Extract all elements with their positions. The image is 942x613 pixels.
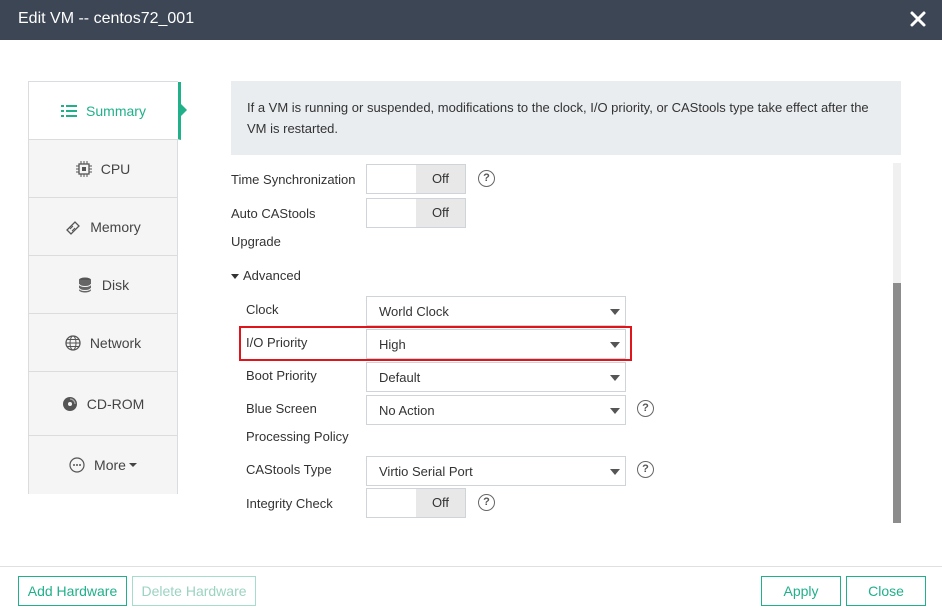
blue-screen-select[interactable]: No Action	[366, 395, 626, 425]
auto-castools-toggle[interactable]: Off	[366, 198, 466, 228]
sidebar-nav: Summary CPU Memory Disk Network CD-ROM M…	[28, 81, 187, 494]
blue-screen-label: Blue Screen	[246, 401, 317, 416]
active-pointer	[181, 104, 187, 116]
chevron-down-icon	[610, 375, 620, 381]
chevron-down-icon	[610, 309, 620, 315]
delete-hardware-button[interactable]: Delete Hardware	[132, 576, 256, 606]
help-icon[interactable]: ?	[478, 494, 495, 511]
sidebar-item-disk[interactable]: Disk	[29, 256, 177, 314]
globe-icon	[65, 334, 81, 351]
chevron-down-icon	[128, 463, 137, 467]
list-icon	[61, 103, 78, 119]
sidebar-item-network[interactable]: Network	[29, 314, 177, 372]
toggle-state: Off	[416, 165, 465, 193]
select-value: No Action	[379, 403, 435, 418]
sidebar-item-label: Memory	[90, 218, 141, 235]
sidebar-item-label: Network	[89, 334, 142, 351]
clock-select[interactable]: World Clock	[366, 296, 626, 326]
help-icon[interactable]: ?	[637, 461, 654, 478]
advanced-label: Advanced	[243, 268, 301, 283]
scrollbar-thumb[interactable]	[893, 283, 901, 523]
castools-type-select[interactable]: Virtio Serial Port	[366, 456, 626, 486]
sidebar-item-label: More	[94, 457, 126, 473]
sidebar-item-more[interactable]: More	[29, 436, 177, 494]
clock-label: Clock	[246, 302, 279, 317]
sidebar-item-summary[interactable]: Summary	[29, 82, 187, 140]
info-banner: If a VM is running or suspended, modific…	[231, 81, 901, 155]
castools-type-label: CAStools Type	[246, 462, 332, 477]
sidebar-item-memory[interactable]: Memory	[29, 198, 177, 256]
chevron-down-icon	[610, 408, 620, 414]
auto-castools-label: Auto CAStools	[231, 206, 316, 221]
sidebar-item-label: CPU	[100, 160, 131, 177]
select-value: Virtio Serial Port	[379, 464, 473, 479]
sidebar-item-label: Summary	[86, 102, 146, 119]
highlight-box	[239, 326, 632, 361]
add-hardware-button[interactable]: Add Hardware	[18, 576, 127, 606]
footer-divider	[0, 566, 942, 567]
toggle-state: Off	[416, 489, 465, 517]
apply-button[interactable]: Apply	[761, 576, 841, 606]
advanced-toggle[interactable]: Advanced	[231, 268, 301, 283]
disk-icon	[77, 277, 93, 293]
chevron-down-icon	[610, 469, 620, 475]
title-bar: Edit VM -- centos72_001	[0, 0, 942, 40]
more-icon	[69, 457, 85, 473]
time-sync-label: Time Synchronization	[231, 172, 356, 187]
help-icon[interactable]: ?	[637, 400, 654, 417]
close-button[interactable]: Close	[846, 576, 926, 606]
sidebar-item-label: CD-ROM	[86, 395, 145, 412]
auto-castools-label-line2: Upgrade	[231, 234, 281, 249]
integrity-check-toggle[interactable]: Off	[366, 488, 466, 518]
sidebar-item-label: Disk	[101, 276, 130, 293]
time-sync-toggle[interactable]: Off	[366, 164, 466, 194]
sidebar-item-cdrom[interactable]: CD-ROM	[29, 372, 177, 436]
close-icon[interactable]	[908, 9, 928, 29]
memory-icon	[65, 219, 81, 235]
integrity-check-label: Integrity Check	[246, 496, 333, 511]
select-value: World Clock	[379, 304, 449, 319]
caret-down-icon	[231, 274, 239, 280]
cdrom-icon	[62, 396, 78, 412]
sidebar-item-cpu[interactable]: CPU	[29, 140, 177, 198]
boot-priority-label: Boot Priority	[246, 368, 317, 383]
blue-screen-label-line2: Processing Policy	[246, 429, 349, 444]
select-value: Default	[379, 370, 421, 385]
help-icon[interactable]: ?	[478, 170, 495, 187]
cpu-icon	[75, 160, 92, 177]
window-title: Edit VM -- centos72_001	[18, 10, 195, 27]
toggle-state: Off	[416, 199, 465, 227]
boot-priority-select[interactable]: Default	[366, 362, 626, 392]
